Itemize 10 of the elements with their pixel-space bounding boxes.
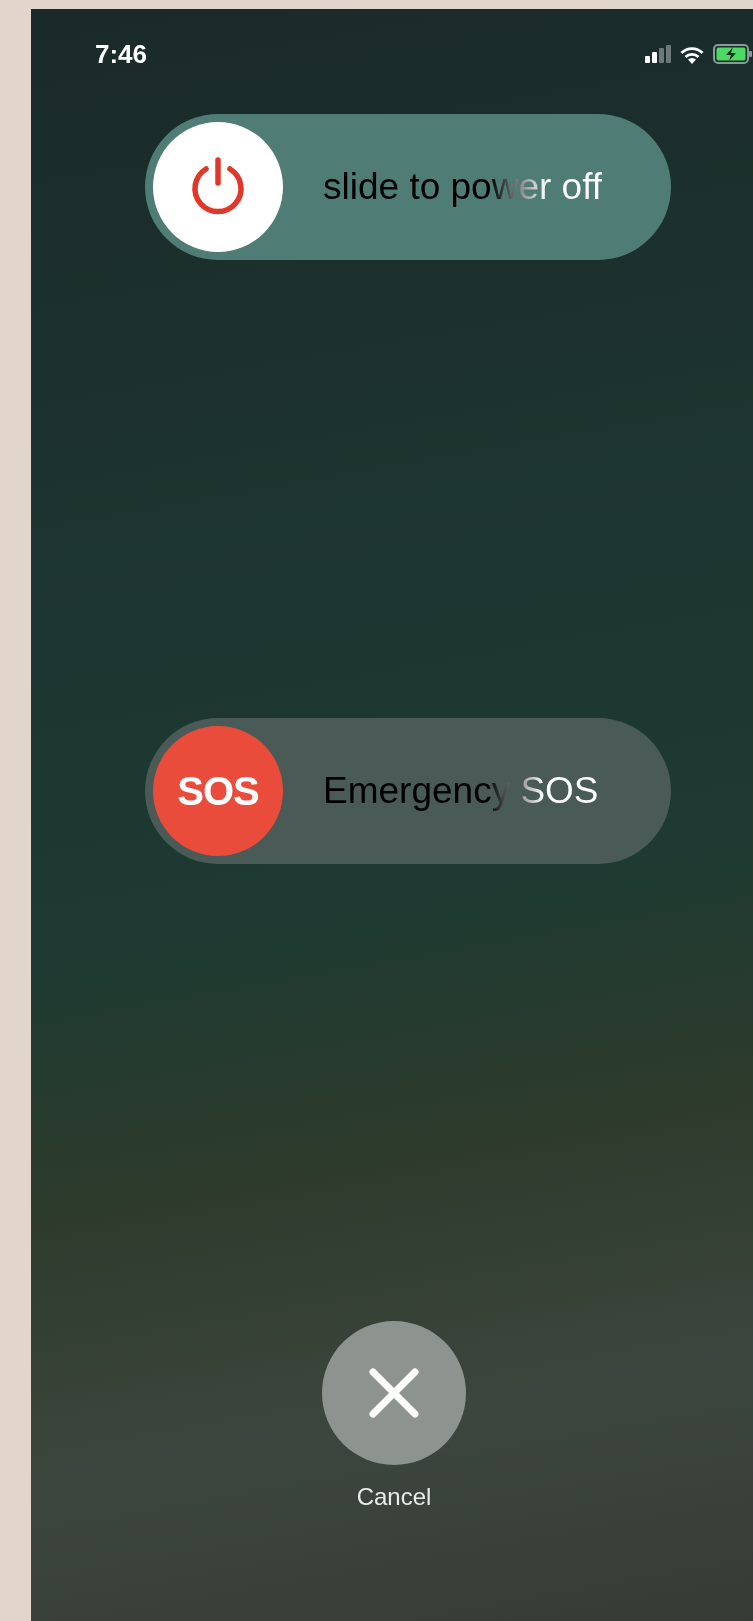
wifi-icon	[679, 44, 705, 64]
power-icon	[189, 157, 247, 217]
sos-slider[interactable]: SOS Emergency SOS	[145, 718, 671, 864]
status-time: 7:46	[95, 37, 148, 71]
battery-charging-icon	[713, 44, 753, 64]
sos-thumb[interactable]: SOS	[153, 726, 283, 856]
signal-icon	[645, 45, 671, 63]
cancel-label: Cancel	[356, 1482, 432, 1512]
close-icon	[369, 1368, 419, 1418]
power-off-slider[interactable]: slide to power off	[145, 114, 671, 260]
